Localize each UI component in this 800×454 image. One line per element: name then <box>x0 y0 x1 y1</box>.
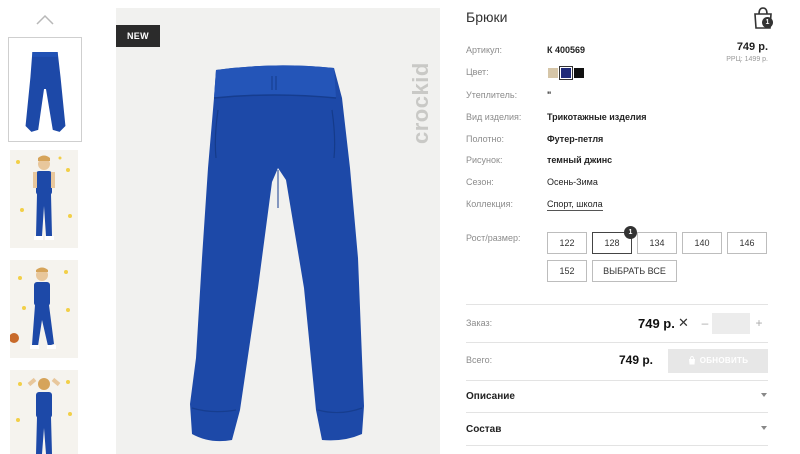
size-button-134[interactable]: 134 <box>637 232 677 254</box>
size-selected-count-badge: 1 <box>624 226 637 239</box>
chevron-down-icon <box>761 393 767 397</box>
thumbnail-model-front-image <box>10 150 78 248</box>
spec-fabric-value: Футер-петля <box>547 134 604 144</box>
order-label: Заказ: <box>466 318 493 328</box>
size-button-122[interactable]: 122 <box>547 232 587 254</box>
divider-total <box>466 342 768 343</box>
order-price: 749 р. <box>638 316 675 331</box>
thumbnail-model-side[interactable] <box>10 260 78 358</box>
brand-watermark: crockid <box>408 62 433 144</box>
spec-pattern-value: темный джинс <box>547 155 613 165</box>
remove-order-icon[interactable]: ✕ <box>678 315 689 331</box>
spec-season-label: Сезон: <box>466 177 494 187</box>
accordion-composition[interactable]: Состав <box>466 414 768 444</box>
spec-collection-label: Коллекция: <box>466 199 514 209</box>
size-button-146[interactable]: 146 <box>727 232 767 254</box>
update-cart-label: ОБНОВИТЬ <box>699 356 749 365</box>
select-all-sizes-button[interactable]: ВЫБРАТЬ ВСЕ <box>592 260 677 282</box>
cart-count-badge: 1 <box>762 17 773 28</box>
main-product-image[interactable]: NEW crockid <box>116 8 440 454</box>
spec-article-label: Артикул: <box>466 45 503 55</box>
spec-insulation-value: " <box>547 90 552 100</box>
color-swatch-beige[interactable] <box>548 68 558 78</box>
update-cart-button[interactable]: ОБНОВИТЬ <box>668 349 768 373</box>
thumbnail-model-back-image <box>10 370 78 454</box>
thumbnail-model-back[interactable] <box>10 370 78 454</box>
quantity-input[interactable] <box>712 313 750 334</box>
quantity-decrease-button[interactable]: – <box>698 313 712 333</box>
size-button-140[interactable]: 140 <box>682 232 722 254</box>
thumbnail-pants-image <box>25 52 66 132</box>
divider-order <box>466 304 768 305</box>
size-button-152[interactable]: 152 <box>547 260 587 282</box>
pants-image <box>190 65 364 442</box>
new-badge: NEW <box>116 25 160 47</box>
accordion-composition-label: Состав <box>466 424 502 435</box>
quantity-increase-button[interactable]: + <box>753 313 765 333</box>
bag-icon <box>688 356 695 365</box>
product-price: 749 р. <box>736 41 768 53</box>
product-title: Брюки <box>466 9 508 25</box>
spec-type-label: Вид изделия: <box>466 112 522 122</box>
spec-insulation-label: Утеплитель: <box>466 90 518 100</box>
accordion-description-label: Описание <box>466 391 515 402</box>
divider-composition <box>466 412 768 413</box>
spec-color-label: Цвет: <box>466 67 489 77</box>
color-swatch-black[interactable] <box>574 68 584 78</box>
spec-fabric-label: Полотно: <box>466 134 505 144</box>
color-swatch-navy[interactable] <box>559 66 573 80</box>
sizes-label: Рост/размер: <box>466 233 521 243</box>
total-label: Всего: <box>466 355 493 365</box>
spec-season-value: Осень-Зима <box>547 177 598 187</box>
recommended-price: РРЦ: 1499 р. <box>726 56 768 63</box>
spec-article-value: К 400569 <box>547 45 586 55</box>
divider-bottom <box>466 445 768 446</box>
collection-link[interactable]: Спорт, школа <box>547 199 603 211</box>
spec-pattern-label: Рисунок: <box>466 155 503 165</box>
spec-type-value: Трикотажные изделия <box>547 112 647 122</box>
chevron-down-icon <box>761 426 767 430</box>
thumbnails-up-arrow-icon[interactable] <box>34 12 56 28</box>
accordion-description[interactable]: Описание <box>466 381 768 411</box>
total-price: 749 р. <box>619 353 654 367</box>
thumbnail-pants[interactable] <box>8 37 82 142</box>
brand-logo: crockid <box>408 62 433 144</box>
thumbnail-model-side-image <box>10 260 78 358</box>
thumbnail-model-front[interactable] <box>10 150 78 248</box>
